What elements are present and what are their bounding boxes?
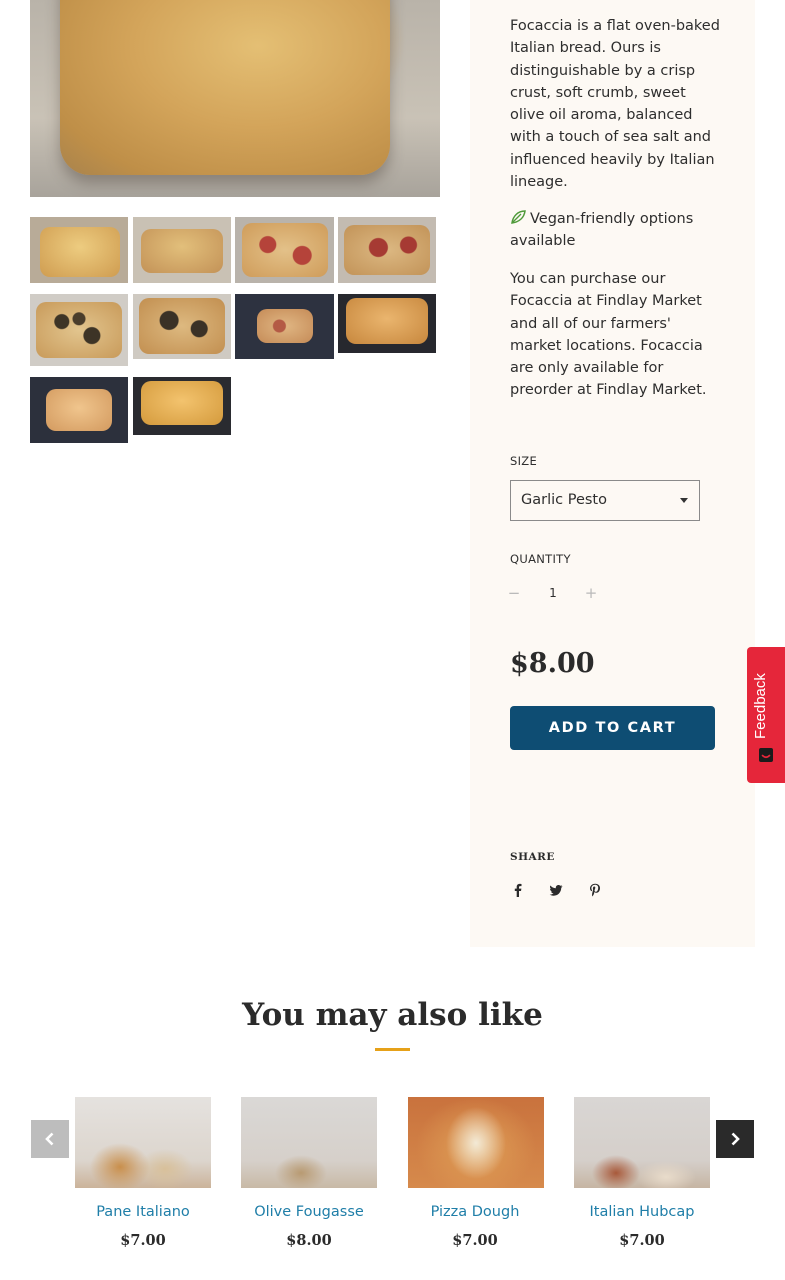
carousel-prev-button[interactable] [31, 1120, 69, 1158]
related-title: You may also like [242, 997, 543, 1033]
size-label: SIZE [510, 454, 538, 468]
share-label: SHARE [510, 851, 555, 863]
related-item-price: $7.00 [120, 1232, 166, 1249]
product-description: Focaccia is a flat oven-baked Italian br… [510, 18, 720, 191]
facebook-icon[interactable] [510, 882, 526, 898]
vegan-note: Vegan-friendly options available [510, 208, 720, 253]
product-main-image[interactable] [30, 0, 440, 197]
product-thumbnail[interactable] [338, 294, 436, 353]
product-thumbnail[interactable] [133, 294, 231, 359]
product-thumbnail[interactable] [235, 217, 334, 283]
quantity-decrease-button[interactable]: − [506, 584, 522, 602]
availability-note: You can purchase our Focaccia at Findlay… [510, 271, 707, 399]
product-price: $8.00 [510, 648, 595, 679]
vegan-note-text: Vegan-friendly options available [510, 211, 694, 250]
feedback-tab[interactable]: Feedback [747, 647, 785, 783]
related-item-image[interactable] [75, 1097, 211, 1188]
related-item-name[interactable]: Pane Italiano [60, 1204, 226, 1220]
quantity-label: QUANTITY [510, 552, 571, 566]
related-item-price: $8.00 [286, 1232, 332, 1249]
chevron-left-icon [45, 1132, 54, 1146]
product-thumbnail[interactable] [30, 377, 128, 443]
product-thumbnail[interactable] [133, 217, 231, 283]
pinterest-icon[interactable] [587, 882, 603, 898]
twitter-icon[interactable] [548, 882, 564, 898]
feedback-label: Feedback [752, 673, 769, 739]
leaf-icon [511, 210, 526, 224]
chevron-down-icon [680, 498, 688, 503]
size-select[interactable]: Garlic Pesto [510, 480, 700, 521]
size-select-value: Garlic Pesto [521, 492, 607, 508]
quantity-increase-button[interactable]: + [583, 584, 599, 602]
related-item-image[interactable] [574, 1097, 710, 1188]
product-thumbnail[interactable] [30, 294, 128, 366]
chevron-right-icon [731, 1132, 740, 1146]
smiley-icon [759, 748, 773, 762]
related-item-price: $7.00 [452, 1232, 498, 1249]
quantity-input[interactable]: 1 [544, 586, 562, 600]
product-thumbnail[interactable] [338, 217, 436, 283]
product-thumbnail[interactable] [133, 377, 231, 435]
related-item-name[interactable]: Olive Fougasse [226, 1204, 392, 1220]
product-thumbnail[interactable] [30, 217, 128, 283]
related-item-name[interactable]: Italian Hubcap [559, 1204, 725, 1220]
carousel-next-button[interactable] [716, 1120, 754, 1158]
title-underline [375, 1048, 410, 1051]
product-thumbnail[interactable] [235, 294, 334, 359]
related-item-name[interactable]: Pizza Dough [392, 1204, 558, 1220]
related-item-image[interactable] [408, 1097, 544, 1188]
related-item-image[interactable] [241, 1097, 377, 1188]
related-item-price: $7.00 [619, 1232, 665, 1249]
add-to-cart-button[interactable]: ADD TO CART [510, 706, 715, 750]
